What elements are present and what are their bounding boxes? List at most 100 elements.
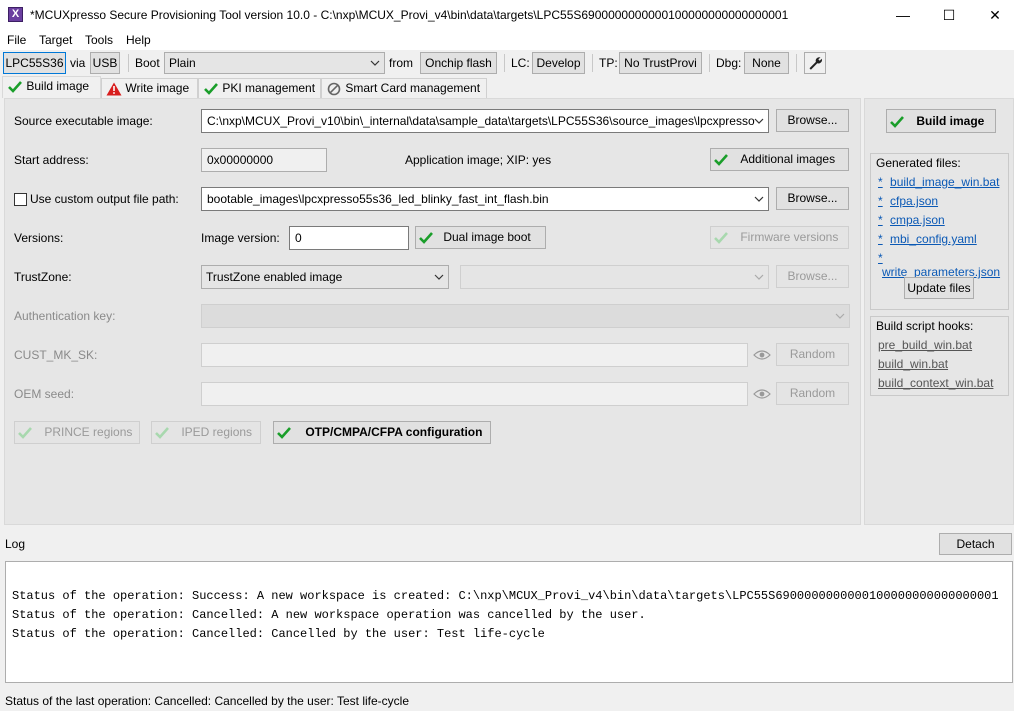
additional-images-label: Additional images [740, 152, 836, 166]
boot-label: Boot [135, 56, 160, 70]
check-icon [890, 115, 904, 128]
minimize-button[interactable]: — [880, 0, 926, 31]
generated-file-item[interactable]: * cmpa.json [878, 213, 945, 227]
generated-file-item[interactable]: * cfpa.json [878, 194, 938, 208]
generated-file-link[interactable]: cmpa.json [890, 213, 945, 227]
menu-target[interactable]: Target [39, 33, 72, 47]
modified-marker: * [878, 213, 883, 227]
cust-mk-sk-label: CUST_MK_SK: [14, 348, 98, 362]
generated-file-item[interactable]: * build_image_win.bat [878, 175, 999, 189]
detach-button[interactable]: Detach [939, 533, 1012, 555]
firmware-versions-label: Firmware versions [740, 230, 839, 244]
oem-seed-random-button: Random [776, 382, 849, 405]
device-button[interactable]: LPC55S36 [3, 52, 66, 74]
check-icon [277, 426, 291, 439]
modified-marker: * [878, 251, 883, 265]
image-version-input[interactable]: 0 [289, 226, 409, 250]
check-icon [714, 231, 728, 244]
source-browse-button[interactable]: Browse... [776, 109, 849, 132]
source-image-value: C:\nxp\MCUX_Provi_v10\bin\_internal\data… [207, 114, 755, 128]
tab-label: Write image [125, 81, 190, 95]
trustzone-file-select [460, 265, 769, 289]
generated-file-link[interactable]: build_image_win.bat [890, 175, 999, 189]
image-version-label: Image version: [201, 231, 280, 245]
tab-smart-card-management[interactable]: Smart Card management [321, 78, 487, 98]
build-image-button[interactable]: Build image [886, 109, 996, 133]
log-line: Status of the operation: Cancelled: Canc… [12, 627, 545, 641]
boot-type-value: Plain [169, 56, 196, 70]
oem-seed-label: OEM seed: [14, 387, 75, 401]
chevron-down-icon [434, 274, 444, 280]
tab-build-image[interactable]: Build image [2, 76, 101, 98]
trust-provisioning-button[interactable]: No TrustProvi [619, 52, 702, 74]
modified-marker: * [878, 232, 883, 246]
update-files-button[interactable]: Update files [904, 277, 974, 299]
generated-file-link[interactable]: mbi_config.yaml [890, 232, 977, 246]
via-label: via [70, 56, 86, 70]
status-text: Status of the last operation: Cancelled:… [5, 694, 409, 708]
generated-file-item[interactable]: * write_parameters.json [878, 251, 1008, 279]
output-path-select[interactable]: bootable_images\lpcxpresso55s36_led_blin… [201, 187, 769, 211]
tab-label: Smart Card management [345, 81, 481, 95]
iped-regions-label: IPED regions [181, 425, 253, 439]
menu-file[interactable]: File [7, 33, 26, 47]
title-bar: X *MCUXpresso Secure Provisioning Tool v… [0, 0, 1014, 31]
check-icon [8, 80, 22, 93]
menu-tools[interactable]: Tools [85, 33, 113, 47]
boot-type-select[interactable]: Plain [164, 52, 385, 74]
hook-link[interactable]: build_win.bat [878, 357, 948, 371]
status-bar: Status of the last operation: Cancelled:… [0, 689, 1014, 711]
output-path-value: bootable_images\lpcxpresso55s36_led_blin… [207, 192, 549, 206]
boot-memory-button[interactable]: Onchip flash [420, 52, 497, 74]
trustzone-value: TrustZone enabled image [206, 270, 343, 284]
log-label: Log [5, 537, 26, 551]
lifecycle-button[interactable]: Develop [532, 52, 585, 74]
chevron-down-icon [754, 274, 764, 280]
generated-file-item[interactable]: * mbi_config.yaml [878, 232, 977, 246]
cust-mk-sk-field [201, 343, 748, 367]
start-address-field: 0x00000000 [201, 148, 327, 172]
additional-images-button[interactable]: Additional images [710, 148, 849, 171]
tab-write-image[interactable]: Write image [101, 78, 198, 98]
firmware-versions-button[interactable]: Firmware versions [710, 226, 849, 249]
oem-seed-field [201, 382, 748, 406]
generated-files-title: Generated files: [876, 156, 961, 170]
trustzone-label: TrustZone: [14, 270, 72, 284]
app-icon: X [8, 7, 23, 22]
authentication-key-select [201, 304, 850, 328]
generated-file-link[interactable]: cfpa.json [890, 194, 938, 208]
menu-help[interactable]: Help [126, 33, 151, 47]
otp-cmpa-cfpa-button[interactable]: OTP/CMPA/CFPA configuration [273, 421, 491, 444]
connection-button[interactable]: USB [90, 52, 120, 74]
wrench-icon[interactable] [804, 52, 826, 74]
maximize-button[interactable]: ☐ [926, 0, 972, 31]
custom-output-checkbox[interactable] [14, 193, 27, 206]
dual-image-boot-button[interactable]: Dual image boot [415, 226, 546, 249]
output-browse-button[interactable]: Browse... [776, 187, 849, 210]
chevron-down-icon [754, 196, 764, 202]
tab-pki-management[interactable]: PKI management [198, 78, 321, 98]
log-header: Log Detach [0, 527, 1014, 557]
debug-probe-button[interactable]: None [744, 52, 789, 74]
close-button[interactable]: ✕ [972, 0, 1014, 31]
check-icon [155, 426, 169, 439]
dbg-label: Dbg: [716, 56, 742, 70]
menu-bar: File Target Tools Help [0, 31, 1014, 50]
source-image-select[interactable]: C:\nxp\MCUX_Provi_v10\bin\_internal\data… [201, 109, 769, 133]
trustzone-select[interactable]: TrustZone enabled image [201, 265, 449, 289]
modified-marker: * [878, 194, 883, 208]
prince-regions-button: PRINCE regions [14, 421, 140, 444]
source-image-label: Source executable image: [14, 114, 153, 128]
lc-label: LC: [511, 56, 530, 70]
eye-icon [753, 350, 771, 360]
window-title: *MCUXpresso Secure Provisioning Tool ver… [30, 8, 789, 22]
toolbar-separator [128, 54, 129, 72]
hook-link[interactable]: pre_build_win.bat [878, 338, 972, 352]
log-output[interactable]: Status of the operation: Success: A new … [5, 561, 1013, 683]
toolbar-separator [504, 54, 505, 72]
check-icon [714, 153, 728, 166]
dual-image-boot-label: Dual image boot [443, 230, 531, 244]
tab-label: Build image [26, 79, 90, 93]
hook-link[interactable]: build_context_win.bat [878, 376, 993, 390]
custom-output-label: Use custom output file path: [30, 192, 179, 206]
